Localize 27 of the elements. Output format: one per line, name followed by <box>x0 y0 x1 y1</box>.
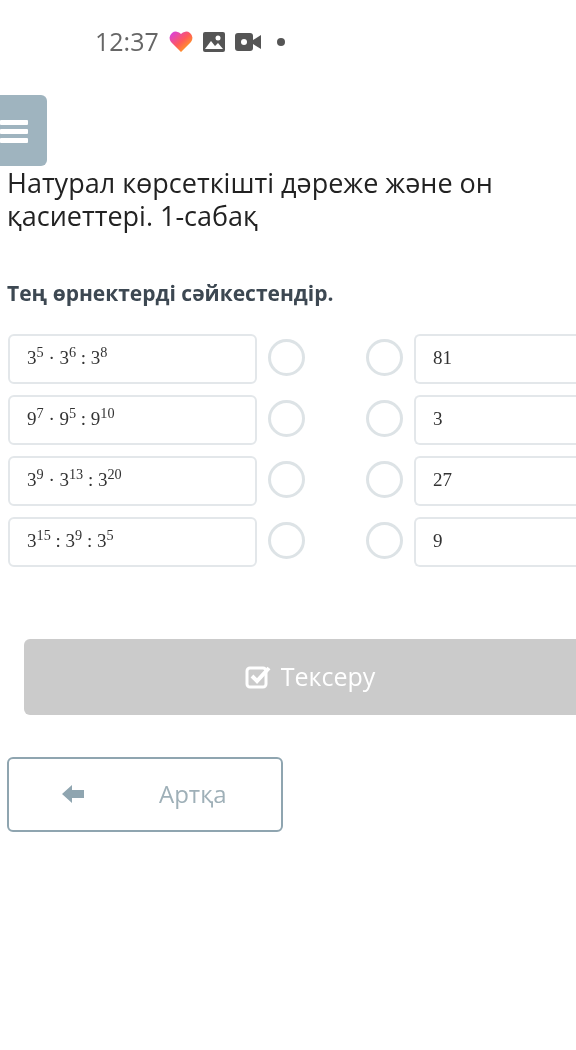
radio-button[interactable] <box>366 521 403 559</box>
expression-card[interactable]: 9$^{7}$ · 9$^{5}$ : 9$^{10}$ <box>8 394 257 445</box>
radio-button[interactable] <box>268 460 305 498</box>
radio-button[interactable] <box>366 399 403 437</box>
dot-icon <box>276 38 285 46</box>
expression-card[interactable]: 3$^{9}$ · 3$^{13}$ : 3$^{20}$ <box>8 455 257 506</box>
radio-button[interactable] <box>366 460 403 498</box>
status-time: 12:37 <box>95 23 159 61</box>
expression-card[interactable]: 3$^{5}$ · 3$^{6}$ : 3$^{8}$ <box>8 333 257 384</box>
menu-button[interactable] <box>0 95 47 166</box>
answer-card[interactable]: 27 <box>414 455 576 506</box>
radio-button[interactable] <box>366 338 403 376</box>
video-camera-icon <box>234 32 261 52</box>
instruction-text: Тең өрнектерді сәйкестендір. <box>6 278 335 309</box>
radio-button[interactable] <box>268 338 305 376</box>
checkbox-icon <box>244 664 271 689</box>
lesson-title: Натурал көрсеткішті дәреже және он қасиеттері. 1-сабақ <box>6 166 494 232</box>
menu-icon <box>0 117 28 144</box>
heart-icon <box>168 31 193 53</box>
expression-card[interactable]: 3$^{15}$ : 3$^{9}$ : 3$^{5}$ <box>8 516 257 567</box>
radio-button[interactable] <box>268 521 305 559</box>
image-icon <box>202 32 225 52</box>
answer-card[interactable]: 3 <box>414 394 576 445</box>
answer-card[interactable]: 9 <box>414 516 576 567</box>
left-arrow-icon <box>60 783 86 805</box>
radio-button[interactable] <box>268 399 305 437</box>
answer-card[interactable]: 81 <box>414 333 576 384</box>
